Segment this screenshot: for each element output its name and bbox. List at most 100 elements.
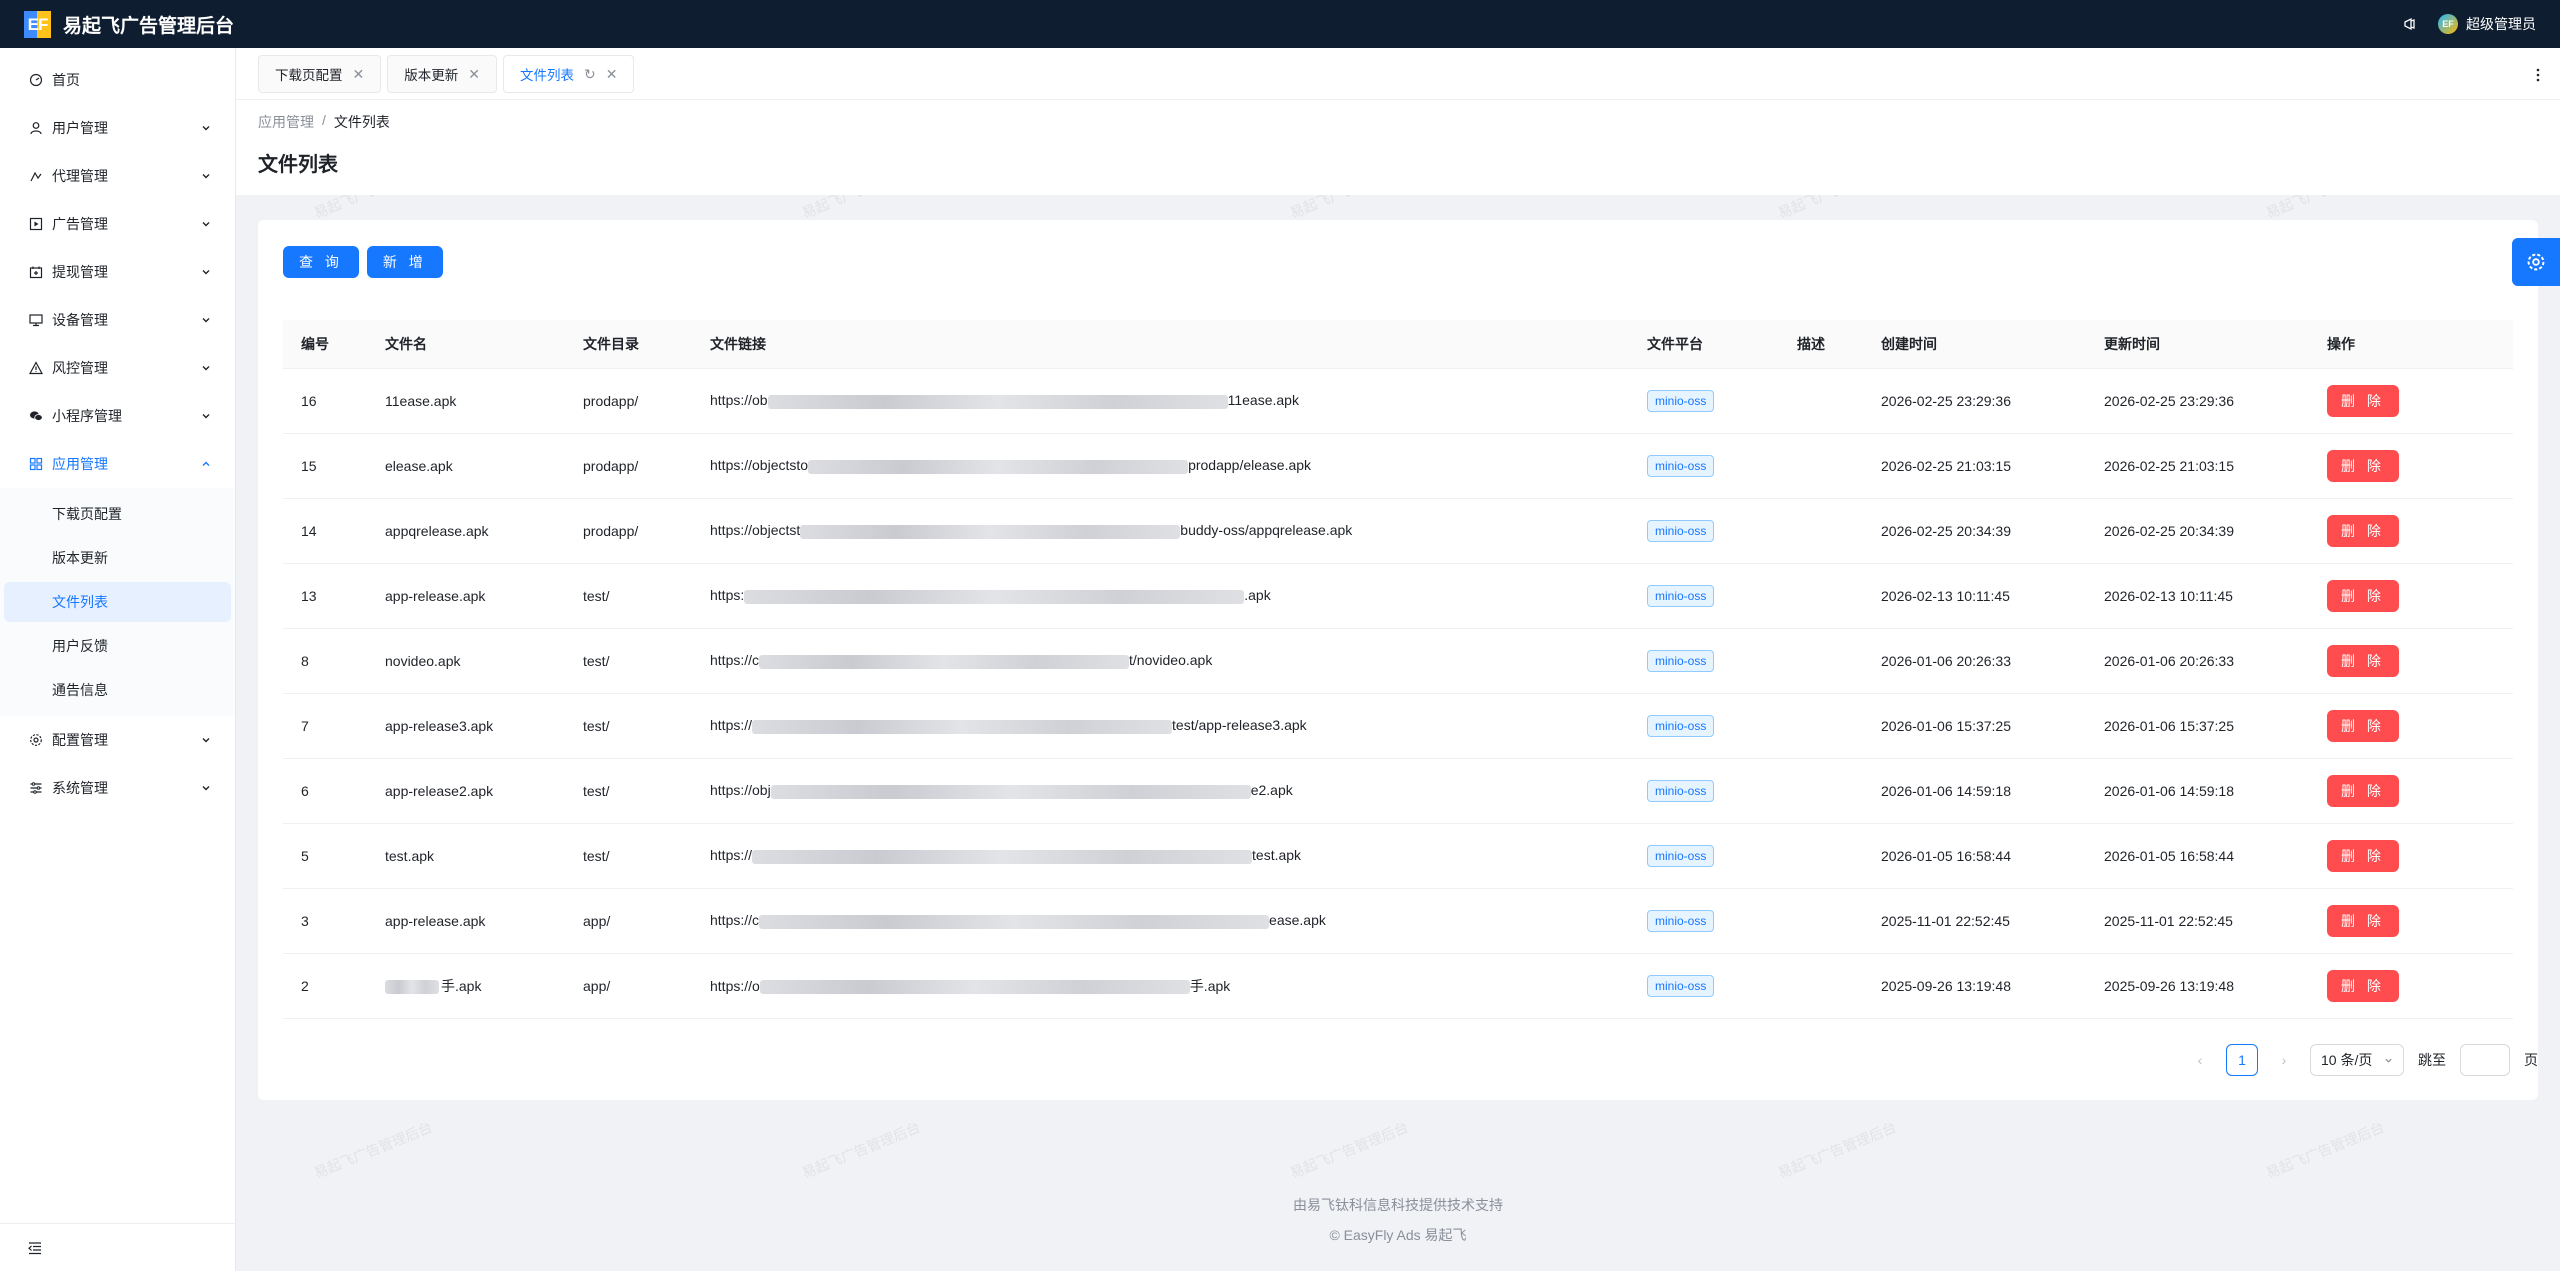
link-start: https://objectst (710, 522, 801, 539)
watermark-text: 易起飞广告管理后台 (1287, 1118, 1411, 1182)
column-header: 编号 (283, 320, 367, 369)
sidebar-item-apps[interactable]: 应用管理 (0, 440, 235, 488)
jump-page-input[interactable] (2460, 1044, 2510, 1076)
more-vertical-icon[interactable] (2536, 68, 2540, 82)
cell-actions: 删 除 (2309, 693, 2513, 759)
close-icon[interactable]: ✕ (468, 66, 480, 83)
close-icon[interactable]: ✕ (606, 66, 618, 83)
blurred-text (744, 589, 1245, 604)
watermark-text: 易起飞广告管理后台 (311, 1118, 435, 1182)
sidebar-item-home[interactable]: 首页 (0, 56, 235, 104)
delete-button[interactable]: 删 除 (2327, 644, 2399, 677)
delete-button[interactable]: 删 除 (2327, 709, 2399, 742)
breadcrumb-parent[interactable]: 应用管理 (258, 112, 314, 132)
settings-float-button[interactable] (2512, 238, 2560, 286)
page-size-value: 10 条/页 (2321, 1052, 2373, 1068)
platform-tag: minio-oss (1647, 519, 1715, 542)
tab-version-update[interactable]: 版本更新 ✕ (387, 55, 497, 93)
link-end: 11ease.apk (1227, 392, 1299, 409)
cell-updated: 2026-01-05 16:58:44 (2086, 823, 2309, 889)
cell-platform: minio-oss (1629, 498, 1779, 564)
table-row: 13 app-release.apk test/https: .apk minio-os… (283, 563, 2513, 629)
pagination: ‹ 1 › 10 条/页 跳至 页 (2188, 1044, 2538, 1076)
blurred-text (752, 849, 1253, 864)
tabs-bar: 下载页配置 ✕ 版本更新 ✕ 文件列表 ↻ ✕ (236, 48, 2560, 100)
cell-description (1779, 498, 1863, 564)
filename-text: app-release2.apk (385, 782, 494, 799)
chevron-down-icon (202, 786, 210, 791)
cell-description (1779, 693, 1863, 759)
filename-text: appqrelease.apk (385, 522, 489, 539)
platform-tag: minio-oss (1647, 714, 1715, 737)
page-number[interactable]: 1 (2226, 1044, 2258, 1076)
table-row: 6 app-release2.apk test/https://obj e2.apk m… (283, 758, 2513, 824)
cell-directory: test/ (565, 693, 692, 759)
filename-text: 手.apk (441, 977, 482, 994)
cell-description (1779, 758, 1863, 824)
sidebar-subitem-user-feedback[interactable]: 用户反馈 (4, 626, 231, 666)
sidebar-subitem-file-list[interactable]: 文件列表 (4, 582, 231, 622)
cell-link: https: .apk (692, 563, 1629, 629)
next-page-icon[interactable]: › (2272, 1052, 2296, 1068)
query-button[interactable]: 查 询 (283, 246, 359, 278)
sidebar-item-system[interactable]: 系统管理 (0, 764, 235, 812)
cell-link: https:// test.apk (692, 823, 1629, 889)
blurred-text (759, 654, 1130, 669)
sidebar-item-miniprogram[interactable]: 小程序管理 (0, 392, 235, 440)
page-size-select[interactable]: 10 条/页 (2310, 1044, 2404, 1076)
sidebar-item-users[interactable]: 用户管理 (0, 104, 235, 152)
cell-directory: prodapp/ (565, 498, 692, 564)
blurred-text (767, 394, 1228, 409)
delete-button[interactable]: 删 除 (2327, 969, 2399, 1002)
close-icon[interactable]: ✕ (353, 66, 365, 83)
sidebar-item-config[interactable]: 配置管理 (0, 716, 235, 764)
sidebar-item-withdraw[interactable]: 提现管理 (0, 248, 235, 296)
table-row: 8 novideo.apk test/https://c t/novideo.apk m… (283, 628, 2513, 694)
delete-button[interactable]: 删 除 (2327, 774, 2399, 807)
cell-actions: 删 除 (2309, 758, 2513, 824)
delete-button[interactable]: 删 除 (2327, 839, 2399, 872)
delete-button[interactable]: 删 除 (2327, 514, 2399, 547)
delete-button[interactable]: 删 除 (2327, 384, 2399, 417)
sidebar-subitem-announcements[interactable]: 通告信息 (4, 670, 231, 710)
cell-directory: test/ (565, 823, 692, 889)
delete-button[interactable]: 删 除 (2327, 579, 2399, 612)
cell-filename: appqrelease.apk (367, 498, 565, 564)
cell-filename: novideo.apk (367, 628, 565, 694)
platform-tag: minio-oss (1647, 454, 1715, 477)
cell-actions: 删 除 (2309, 368, 2513, 434)
user-name: 超级管理员 (2466, 16, 2536, 32)
sidebar-item-label: 设备管理 (52, 312, 108, 328)
delete-button[interactable]: 删 除 (2327, 449, 2399, 482)
chevron-up-icon (202, 461, 210, 466)
tab-download-config[interactable]: 下载页配置 ✕ (258, 55, 382, 93)
delete-button[interactable]: 删 除 (2327, 904, 2399, 937)
wechat-icon (28, 408, 44, 424)
blurred-text (752, 719, 1173, 734)
sidebar-item-ads[interactable]: 广告管理 (0, 200, 235, 248)
platform-tag: minio-oss (1647, 909, 1715, 932)
cell-actions: 删 除 (2309, 433, 2513, 499)
user-menu[interactable]: EF 超级管理员 (2438, 14, 2536, 34)
add-button[interactable]: 新 增 (366, 246, 443, 278)
sidebar-collapse-button[interactable] (0, 1223, 235, 1271)
cell-description (1779, 888, 1863, 954)
link-end: test/app-release3.apk (1172, 717, 1307, 734)
prev-page-icon[interactable]: ‹ (2188, 1052, 2212, 1068)
cell-link: https://objectsto prodapp/elease.apk (692, 433, 1629, 499)
notification-icon[interactable] (2402, 16, 2418, 32)
sidebar-item-risk[interactable]: 风控管理 (0, 344, 235, 392)
blurred-text (800, 524, 1181, 539)
sidebar-item-agents[interactable]: 代理管理 (0, 152, 235, 200)
blurred-text (759, 979, 1190, 994)
sidebar-subitem-download-config[interactable]: 下载页配置 (4, 494, 231, 534)
app-logo: EF (24, 10, 51, 38)
filename-text: test.apk (385, 847, 435, 864)
sidebar-item-devices[interactable]: 设备管理 (0, 296, 235, 344)
cell-actions: 删 除 (2309, 563, 2513, 629)
footer-support: 由易飞钛科信息科技提供技术支持 (1293, 1197, 1503, 1213)
column-header: 操作 (2309, 320, 2513, 369)
refresh-icon[interactable]: ↻ (584, 66, 596, 83)
tab-file-list[interactable]: 文件列表 ↻ ✕ (502, 55, 635, 93)
sidebar-subitem-version-update[interactable]: 版本更新 (4, 538, 231, 578)
